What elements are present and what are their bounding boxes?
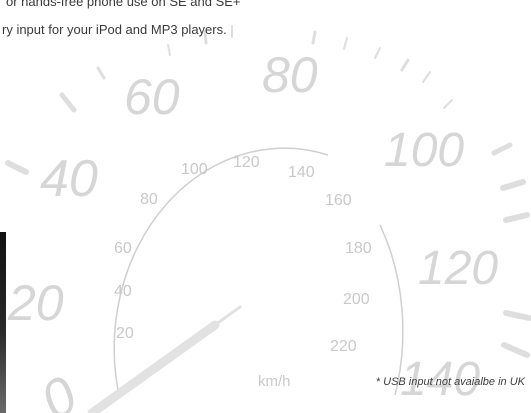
- inner-scale-20: 20: [116, 325, 134, 342]
- body-text-line-2: ry input for your iPod and MP3 players.: [2, 22, 227, 37]
- inner-scale-80: 80: [140, 191, 158, 208]
- cropped-photo-edge: [0, 232, 6, 413]
- outer-scale-20: 20: [7, 275, 64, 331]
- outer-scale-60: 60: [124, 69, 180, 125]
- inner-numerals: 20 40 60 80 100 120 140 160 180 200 220: [114, 154, 372, 355]
- inner-scale-160: 160: [325, 192, 352, 209]
- inner-scale-180: 180: [345, 240, 372, 257]
- outer-scale-120: 120: [418, 242, 498, 295]
- outer-numerals: 0 20 40 60 80 100 120 140: [7, 47, 498, 413]
- inner-scale-100: 100: [181, 161, 208, 178]
- unit-label: km/h: [258, 373, 291, 390]
- inner-scale-140: 140: [288, 164, 315, 181]
- inner-dial: [113, 147, 404, 396]
- outer-scale-0: 0: [31, 365, 87, 413]
- inner-scale-220: 220: [330, 338, 357, 355]
- inner-scale-120: 120: [233, 154, 260, 171]
- outer-scale-40: 40: [40, 150, 98, 208]
- footnote: * USB input not avaialbe in UK: [375, 376, 525, 388]
- body-text-line-1: or hands-free phone use on SE and SE+: [6, 0, 241, 9]
- inner-scale-60: 60: [114, 240, 132, 257]
- inner-scale-200: 200: [343, 291, 370, 308]
- outer-scale-100: 100: [384, 124, 464, 177]
- inner-scale-40: 40: [114, 283, 132, 300]
- speedometer-graphic: 0 20 40 60 80 100 120 140 20 40 60 80 10…: [5, 25, 531, 413]
- outer-scale-80: 80: [262, 47, 318, 103]
